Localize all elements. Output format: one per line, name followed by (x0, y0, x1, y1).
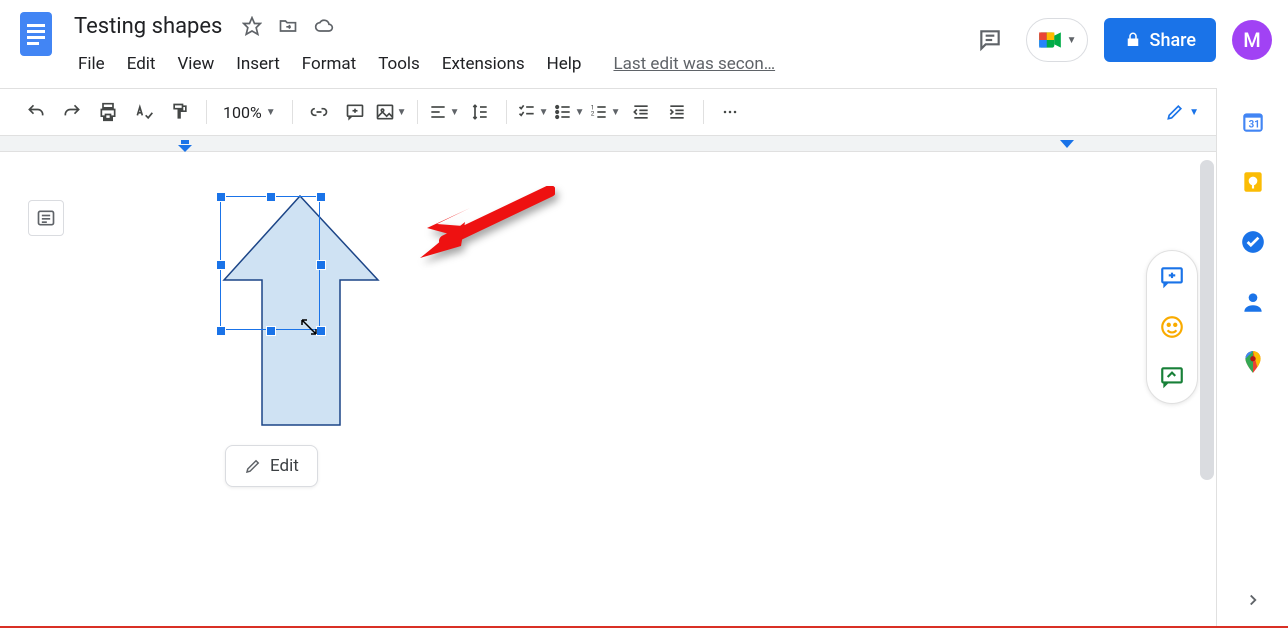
show-outline-button[interactable] (28, 200, 64, 236)
vertical-scrollbar[interactable] (1200, 160, 1214, 480)
annotation-arrow-icon (415, 186, 555, 266)
meet-button[interactable]: ▼ (1026, 18, 1088, 62)
toolbar: 100%▼ ▼ ▼ ▼ ▼ 12▼ ▼ (0, 88, 1288, 136)
resize-handle-sw[interactable] (216, 326, 226, 336)
separator (506, 100, 507, 124)
title-block: Testing shapes File Edit View Insert For… (68, 8, 970, 82)
checklist-button[interactable]: ▼ (517, 96, 549, 128)
edit-drawing-button[interactable]: Edit (225, 445, 318, 487)
menu-bar: File Edit View Insert Format Tools Exten… (68, 46, 970, 82)
resize-handle-w[interactable] (216, 260, 226, 270)
left-indent-marker[interactable] (178, 140, 192, 152)
collapse-side-panel-button[interactable] (1237, 584, 1269, 616)
contacts-icon[interactable] (1239, 288, 1267, 316)
spellcheck-button[interactable] (128, 96, 160, 128)
insert-image-button[interactable]: ▼ (375, 96, 407, 128)
star-icon[interactable] (240, 14, 264, 38)
insert-link-button[interactable] (303, 96, 335, 128)
zoom-dropdown[interactable]: 100%▼ (217, 103, 282, 122)
separator (292, 100, 293, 124)
numbered-list-button[interactable]: 12▼ (589, 96, 621, 128)
menu-help[interactable]: Help (537, 50, 592, 78)
menu-view[interactable]: View (167, 50, 224, 78)
tasks-icon[interactable] (1239, 228, 1267, 256)
align-button[interactable]: ▼ (428, 96, 460, 128)
document-title[interactable]: Testing shapes (68, 12, 228, 41)
add-comment-button[interactable] (339, 96, 371, 128)
increase-indent-button[interactable] (661, 96, 693, 128)
resize-handle-se[interactable] (316, 326, 326, 336)
editing-mode-button[interactable]: ▼ (1157, 98, 1207, 126)
menu-file[interactable]: File (68, 50, 115, 78)
maps-icon[interactable] (1239, 348, 1267, 376)
menu-edit[interactable]: Edit (117, 50, 166, 78)
right-indent-marker[interactable] (1060, 140, 1074, 152)
resize-handle-n[interactable] (266, 192, 276, 202)
add-comment-float-button[interactable] (1156, 261, 1188, 293)
keep-icon[interactable] (1239, 168, 1267, 196)
more-tools-button[interactable] (714, 96, 746, 128)
account-avatar[interactable]: M (1232, 20, 1272, 60)
cloud-status-icon[interactable] (312, 14, 336, 38)
undo-button[interactable] (20, 96, 52, 128)
last-edit-link[interactable]: Last edit was secon… (613, 54, 775, 74)
line-spacing-button[interactable] (464, 96, 496, 128)
svg-text:31: 31 (1248, 119, 1259, 130)
move-folder-icon[interactable] (276, 14, 300, 38)
resize-handle-e[interactable] (316, 260, 326, 270)
add-emoji-button[interactable] (1156, 311, 1188, 343)
menu-extensions[interactable]: Extensions (432, 50, 535, 78)
selected-drawing[interactable] (220, 190, 380, 430)
edit-label: Edit (270, 456, 299, 476)
separator (703, 100, 704, 124)
calendar-icon[interactable]: 31 (1239, 108, 1267, 136)
resize-handle-nw[interactable] (216, 192, 226, 202)
menu-tools[interactable]: Tools (368, 50, 430, 78)
print-button[interactable] (92, 96, 124, 128)
menu-format[interactable]: Format (292, 50, 366, 78)
decrease-indent-button[interactable] (625, 96, 657, 128)
ruler[interactable] (0, 136, 1288, 152)
paint-format-button[interactable] (164, 96, 196, 128)
separator (206, 100, 207, 124)
menu-insert[interactable]: Insert (226, 50, 290, 78)
caret-down-icon: ▼ (1067, 35, 1077, 46)
docs-logo[interactable] (16, 8, 56, 60)
share-button[interactable]: Share (1104, 18, 1216, 62)
redo-button[interactable] (56, 96, 88, 128)
resize-handle-s[interactable] (266, 326, 276, 336)
share-label: Share (1150, 30, 1196, 51)
svg-text:2: 2 (590, 109, 594, 117)
header-right: ▼ Share M (970, 8, 1272, 62)
separator (417, 100, 418, 124)
comment-history-icon[interactable] (970, 20, 1010, 60)
header: Testing shapes File Edit View Insert For… (0, 0, 1288, 88)
bulleted-list-button[interactable]: ▼ (553, 96, 585, 128)
resize-handle-ne[interactable] (316, 192, 326, 202)
suggest-edits-button[interactable] (1156, 361, 1188, 393)
floating-tools (1146, 250, 1198, 404)
selection-border (220, 196, 320, 330)
side-panel: 31 (1216, 88, 1288, 628)
